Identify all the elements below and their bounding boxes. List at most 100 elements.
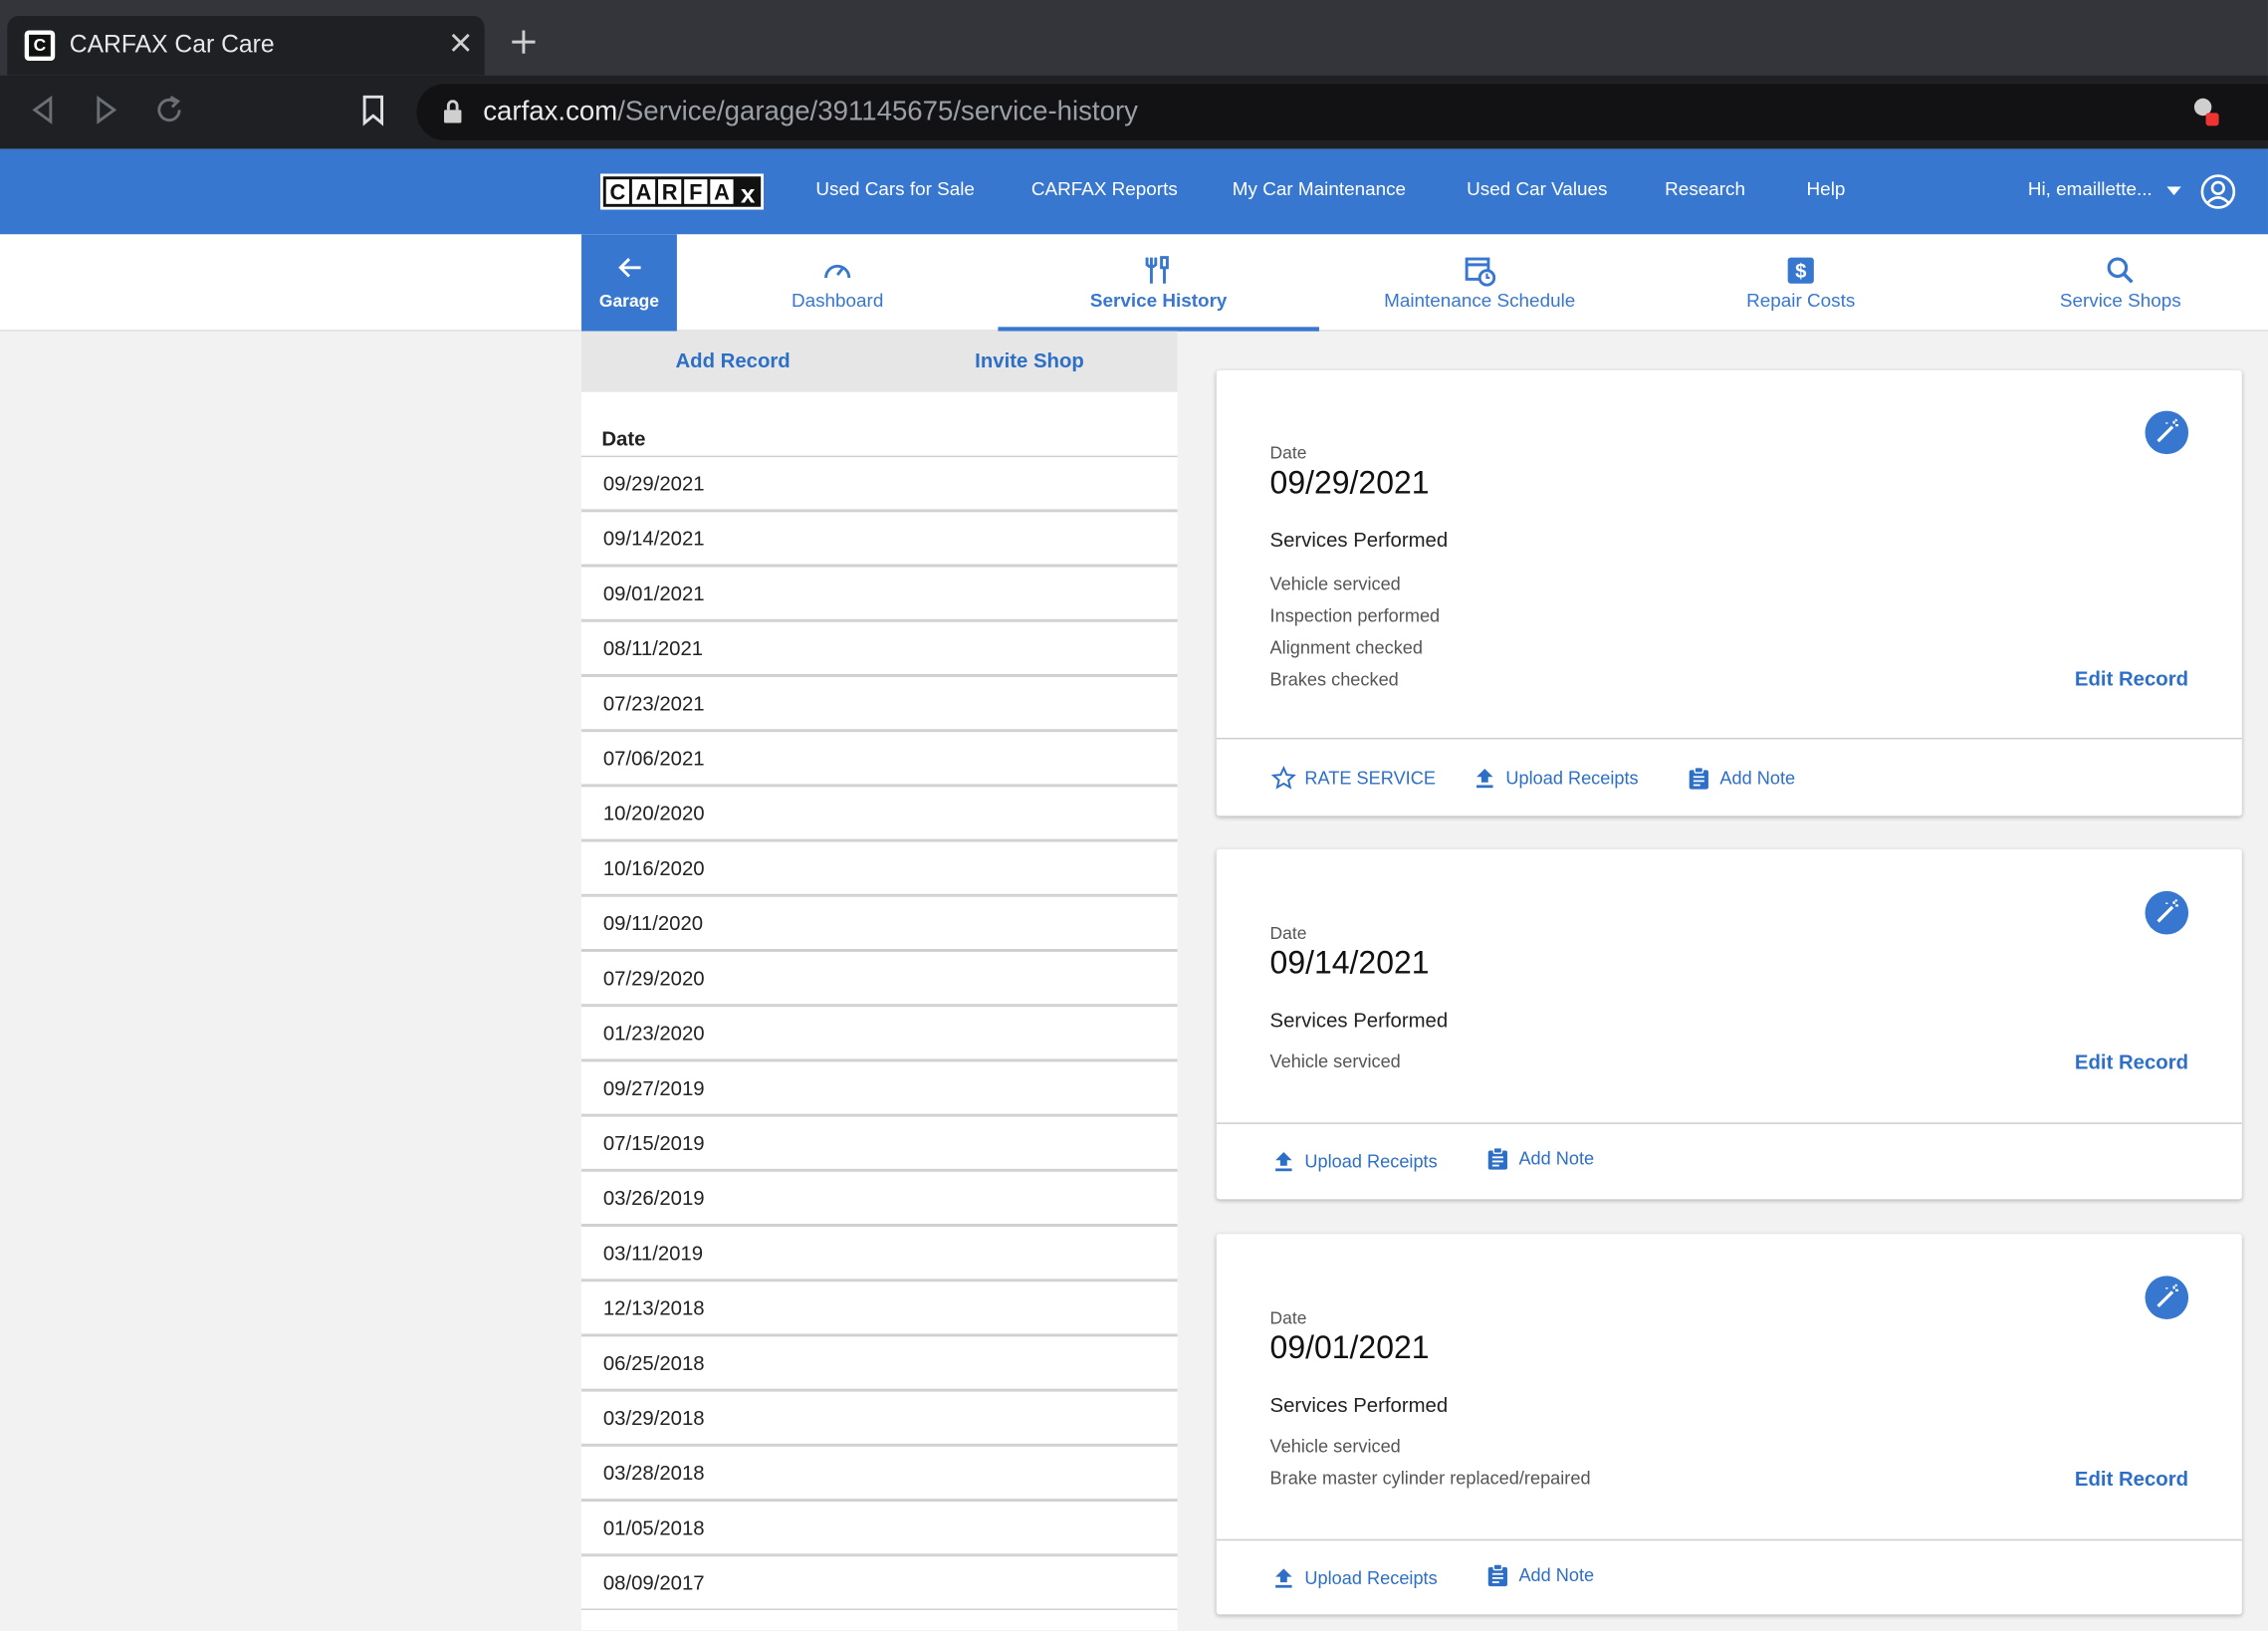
carfax-favicon-icon: C: [24, 30, 56, 62]
magic-wand-icon[interactable]: [2145, 1276, 2189, 1319]
date-row-label: 01/05/2018: [602, 1515, 705, 1539]
new-tab-icon[interactable]: [508, 26, 540, 64]
date-row[interactable]: 03/11/2019: [581, 1225, 1178, 1281]
date-row-label: 07/23/2021: [602, 691, 705, 715]
date-row[interactable]: 09/27/2019: [581, 1059, 1178, 1116]
tab-title: CARFAX Car Care: [69, 30, 275, 59]
date-row[interactable]: 07/06/2021: [581, 730, 1178, 786]
nav-used-cars[interactable]: Used Cars for Sale: [815, 178, 975, 200]
upload-icon: [1476, 769, 1493, 789]
tab-service-shops[interactable]: Service Shops: [1960, 234, 2268, 331]
garage-back-button[interactable]: Garage: [581, 234, 677, 332]
arrow-left-icon: [618, 258, 641, 278]
edit-record-button[interactable]: Edit Record: [2075, 1050, 2188, 1073]
account-icon[interactable]: [2200, 173, 2236, 209]
date-row-label: 03/11/2019: [602, 1241, 704, 1265]
bookmark-icon[interactable]: [355, 93, 390, 127]
invite-shop-button[interactable]: Invite Shop: [975, 349, 1084, 371]
user-menu[interactable]: Hi, emaillette...: [2027, 177, 2181, 200]
garage-label: Garage: [598, 291, 660, 312]
date-row[interactable]: 03/26/2019: [581, 1170, 1178, 1226]
edit-record-button[interactable]: Edit Record: [2075, 1467, 2188, 1490]
service-item: Inspection performed: [1269, 605, 1441, 627]
date-row[interactable]: 12/13/2018: [581, 1280, 1178, 1335]
nav-used-car-values[interactable]: Used Car Values: [1467, 178, 1607, 200]
date-row[interactable]: 03/28/2018: [581, 1445, 1178, 1501]
date-row-label: 03/28/2018: [602, 1461, 705, 1485]
nav-help[interactable]: Help: [1807, 178, 1846, 200]
svg-text:$: $: [1795, 261, 1807, 283]
card-divider: [1216, 1122, 2242, 1124]
clipboard-icon: [1689, 766, 1708, 790]
svg-text:A: A: [636, 179, 652, 204]
close-tab-icon[interactable]: [447, 28, 476, 60]
magic-wand-icon[interactable]: [2145, 890, 2189, 935]
location-blocked-icon[interactable]: [2190, 96, 2222, 127]
user-greeting: Hi, emaillette...: [2027, 177, 2153, 200]
date-row[interactable]: 09/01/2021: [581, 566, 1178, 621]
date-row[interactable]: 08/11/2021: [581, 620, 1178, 676]
forward-icon[interactable]: [89, 93, 123, 127]
edit-record-button[interactable]: Edit Record: [2075, 667, 2188, 690]
date-label: Date: [1269, 1307, 1307, 1328]
card-divider: [1216, 737, 2242, 740]
date-row[interactable]: 01/23/2020: [581, 1005, 1178, 1060]
tools-icon: [1145, 256, 1169, 284]
date-row-label: 08/09/2017: [602, 1570, 705, 1594]
date-row[interactable]: 07/29/2020: [581, 950, 1178, 1006]
reload-icon[interactable]: [152, 93, 187, 127]
carfax-logo[interactable]: CARFA x: [599, 173, 765, 210]
date-row-label: 01/23/2020: [602, 1021, 705, 1045]
date-row-label: 07/06/2021: [602, 746, 705, 770]
back-icon[interactable]: [26, 93, 61, 127]
date-row[interactable]: 08/09/2017: [581, 1554, 1178, 1610]
magic-wand-icon[interactable]: [2145, 410, 2189, 455]
date-label: Date: [1269, 442, 1307, 463]
search-icon: [2107, 257, 2134, 284]
panel-actions: Add Record Invite Shop: [581, 331, 1178, 392]
address-bar[interactable]: carfax.com/Service/garage/391145675/serv…: [416, 84, 2268, 140]
nav-carfax-reports[interactable]: CARFAX Reports: [1031, 178, 1178, 200]
tab-dashboard[interactable]: Dashboard: [677, 234, 999, 331]
date-row-label: 06/25/2018: [602, 1350, 705, 1375]
speedometer-icon: [824, 264, 851, 279]
date-row-label: 09/14/2021: [602, 526, 705, 551]
star-icon: [1271, 765, 1296, 790]
date-row[interactable]: 09/29/2021: [581, 455, 1178, 511]
add-record-button[interactable]: Add Record: [675, 349, 790, 371]
tab-service-shops-label: Service Shops: [2059, 289, 2181, 312]
service-item: Vehicle serviced: [1269, 1436, 1401, 1457]
date-row-label: 08/11/2021: [602, 636, 704, 660]
nav-my-car-maintenance[interactable]: My Car Maintenance: [1233, 178, 1406, 200]
date-row[interactable]: 10/16/2020: [581, 840, 1178, 896]
tab-maintenance-schedule-label: Maintenance Schedule: [1384, 289, 1576, 312]
service-item: Vehicle serviced: [1269, 1051, 1401, 1072]
tab-repair-costs[interactable]: $ Repair Costs: [1640, 234, 1961, 331]
service-item: Vehicle serviced: [1269, 574, 1401, 595]
record-date: 09/01/2021: [1269, 1329, 1430, 1366]
tab-service-history[interactable]: Service History: [998, 234, 1319, 332]
date-row[interactable]: 10/20/2020: [581, 785, 1178, 841]
date-row[interactable]: 07/15/2019: [581, 1115, 1178, 1171]
date-row[interactable]: 01/05/2018: [581, 1500, 1178, 1555]
svg-text:R: R: [662, 179, 678, 204]
date-row-label: 03/29/2018: [602, 1406, 705, 1430]
nav-research[interactable]: Research: [1665, 178, 1745, 200]
tab-repair-costs-label: Repair Costs: [1746, 289, 1856, 312]
tab-maintenance-schedule[interactable]: Maintenance Schedule: [1319, 234, 1641, 331]
svg-text:F: F: [689, 179, 702, 204]
browser-tab-strip: C CARFAX Car Care: [0, 0, 2268, 76]
date-row-label: 09/11/2020: [602, 911, 704, 935]
svg-text:C: C: [609, 179, 625, 204]
date-row[interactable]: 03/29/2018: [581, 1390, 1178, 1446]
browser-tab[interactable]: C CARFAX Car Care: [7, 15, 485, 76]
date-row[interactable]: 09/14/2021: [581, 510, 1178, 567]
date-row[interactable]: 07/23/2021: [581, 675, 1178, 731]
url-text: carfax.com/Service/garage/391145675/serv…: [483, 97, 1138, 127]
date-row[interactable]: 09/11/2020: [581, 895, 1178, 951]
date-row-label: 12/13/2018: [602, 1295, 705, 1319]
date-row-label: 09/01/2021: [602, 582, 705, 605]
service-date-panel: Add Record Invite Shop Date 09/29/2021 09…: [581, 331, 1178, 1631]
date-row-label: 10/16/2020: [602, 856, 705, 880]
date-row[interactable]: 06/25/2018: [581, 1334, 1178, 1391]
